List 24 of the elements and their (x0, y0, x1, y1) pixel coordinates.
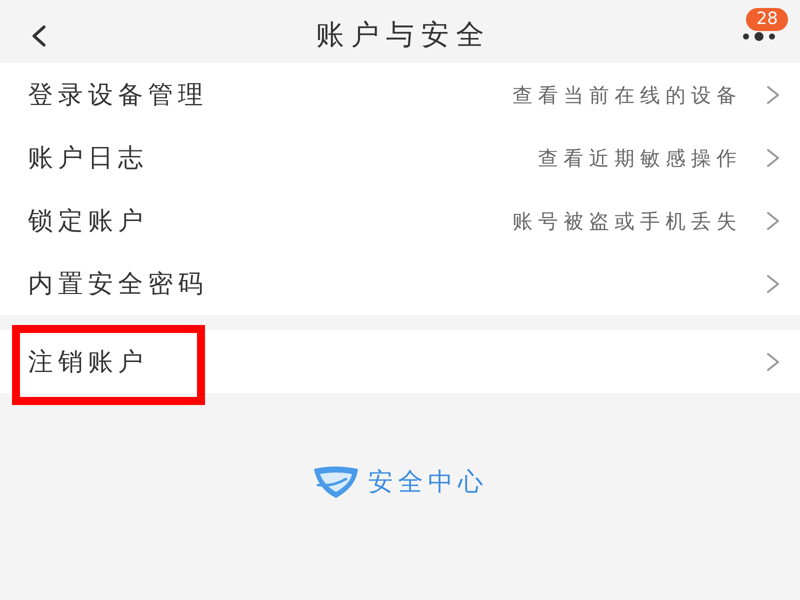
chevron-right-icon (766, 274, 780, 294)
row-label: 账户日志 (28, 142, 148, 172)
chevron-right-icon (766, 210, 780, 230)
settings-row[interactable]: 注销账户 (0, 330, 800, 393)
row-hint: 查看近期敏感操作 (538, 146, 742, 170)
row-label: 注销账户 (28, 346, 148, 376)
settings-row[interactable]: 内置安全密码 (0, 252, 800, 315)
more-icon[interactable] (742, 32, 776, 41)
row-label: 登录设备管理 (28, 80, 208, 110)
row-hint: 查看当前在线的设备 (512, 82, 742, 106)
page-title: 账户与安全 (315, 18, 491, 51)
notification-count: 28 (746, 8, 788, 31)
settings-row[interactable]: 锁定账户 账号被盗或手机丢失 (0, 189, 800, 252)
settings-row[interactable]: 登录设备管理 查看当前在线的设备 (0, 63, 800, 126)
security-center-label: 安全中心 (368, 466, 488, 498)
settings-row[interactable]: 账户日志 查看近期敏感操作 (0, 126, 800, 189)
row-hint: 账号被盗或手机丢失 (512, 208, 742, 232)
row-label: 锁定账户 (28, 206, 148, 236)
chevron-right-icon (766, 352, 780, 372)
shield-icon (312, 464, 360, 499)
chevron-right-icon (766, 148, 780, 168)
chevron-right-icon (766, 84, 780, 104)
back-icon (32, 25, 46, 47)
row-label: 内置安全密码 (28, 268, 208, 298)
